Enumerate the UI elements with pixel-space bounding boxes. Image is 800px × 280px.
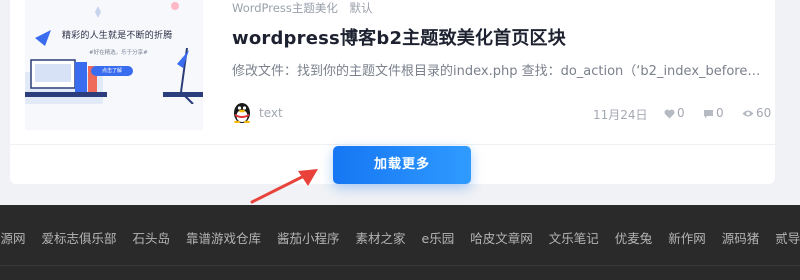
qq-penguin-icon[interactable] bbox=[232, 101, 252, 123]
comment-icon bbox=[704, 109, 713, 118]
post-categories: WordPress主题美化 默认 bbox=[232, 0, 380, 16]
date-text: 11月24日 bbox=[593, 108, 648, 122]
eye-icon bbox=[742, 110, 754, 117]
footer-link[interactable]: 酱茄小程序 bbox=[277, 231, 340, 246]
load-more-button[interactable]: 加载更多 bbox=[333, 146, 471, 184]
thumbnail-title: 精彩的人生就是不断的折腾 bbox=[62, 31, 173, 41]
annotation-arrow-icon bbox=[250, 169, 318, 204]
category-link[interactable]: 默认 bbox=[349, 1, 372, 15]
footer-link[interactable]: 资源网 bbox=[0, 231, 26, 246]
thumbnail-illustration bbox=[25, 0, 203, 130]
thumbnail-button: 点击了解 bbox=[91, 66, 133, 76]
post-thumbnail[interactable]: 精彩的人生就是不断的折腾 #好在精选，乐于分享# 点击了解 bbox=[25, 0, 203, 130]
footer-link[interactable]: e乐园 bbox=[422, 231, 455, 246]
like-count[interactable]: 0 bbox=[664, 106, 685, 120]
footer-link[interactable]: 源码猪 bbox=[722, 231, 760, 246]
footer-divider bbox=[0, 265, 800, 266]
footer-link[interactable]: 新作网 bbox=[668, 231, 706, 246]
friend-links: 资源网 爱标志俱乐部 石头岛 靠谱游戏仓库 酱茄小程序 素材之家 e乐园 哈皮文… bbox=[0, 228, 800, 247]
footer-link[interactable]: 靠谱游戏仓库 bbox=[186, 231, 261, 246]
post-item[interactable]: 精彩的人生就是不断的折腾 #好在精选，乐于分享# 点击了解 WordPress主… bbox=[10, 0, 775, 145]
footer: 资源网 爱标志俱乐部 石头岛 靠谱游戏仓库 酱茄小程序 素材之家 e乐园 哈皮文… bbox=[0, 205, 800, 280]
footer-link[interactable]: 优麦兔 bbox=[615, 231, 653, 246]
heart-icon bbox=[664, 109, 675, 118]
footer-link[interactable]: 贰导航 bbox=[775, 231, 800, 246]
view-count-value: 60 bbox=[756, 106, 772, 120]
footer-link[interactable]: 素材之家 bbox=[356, 231, 406, 246]
like-count-value: 0 bbox=[677, 106, 685, 120]
footer-link[interactable]: 爱标志俱乐部 bbox=[42, 231, 117, 246]
category-link[interactable]: WordPress主题美化 bbox=[232, 1, 338, 15]
footer-link[interactable]: 石头岛 bbox=[133, 231, 171, 246]
footer-link[interactable]: 文乐笔记 bbox=[549, 231, 599, 246]
post-excerpt: 修改文件：找到你的主题文件根目录的index.php 查找：do_action（… bbox=[232, 64, 761, 79]
post-title[interactable]: wordpress博客b2主题致美化首页区块 bbox=[232, 24, 566, 50]
comment-count[interactable]: 0 bbox=[703, 106, 724, 120]
view-count: 60 bbox=[742, 106, 771, 120]
author-name[interactable]: text bbox=[259, 106, 283, 120]
thumbnail-subtitle: #好在精选，乐于分享# bbox=[89, 50, 148, 56]
footer-link[interactable]: 哈皮文章网 bbox=[470, 231, 533, 246]
post-date: 11月24日 bbox=[593, 106, 648, 123]
post-list-card: 精彩的人生就是不断的折腾 #好在精选，乐于分享# 点击了解 WordPress主… bbox=[10, 0, 775, 184]
comment-count-value: 0 bbox=[716, 106, 724, 120]
